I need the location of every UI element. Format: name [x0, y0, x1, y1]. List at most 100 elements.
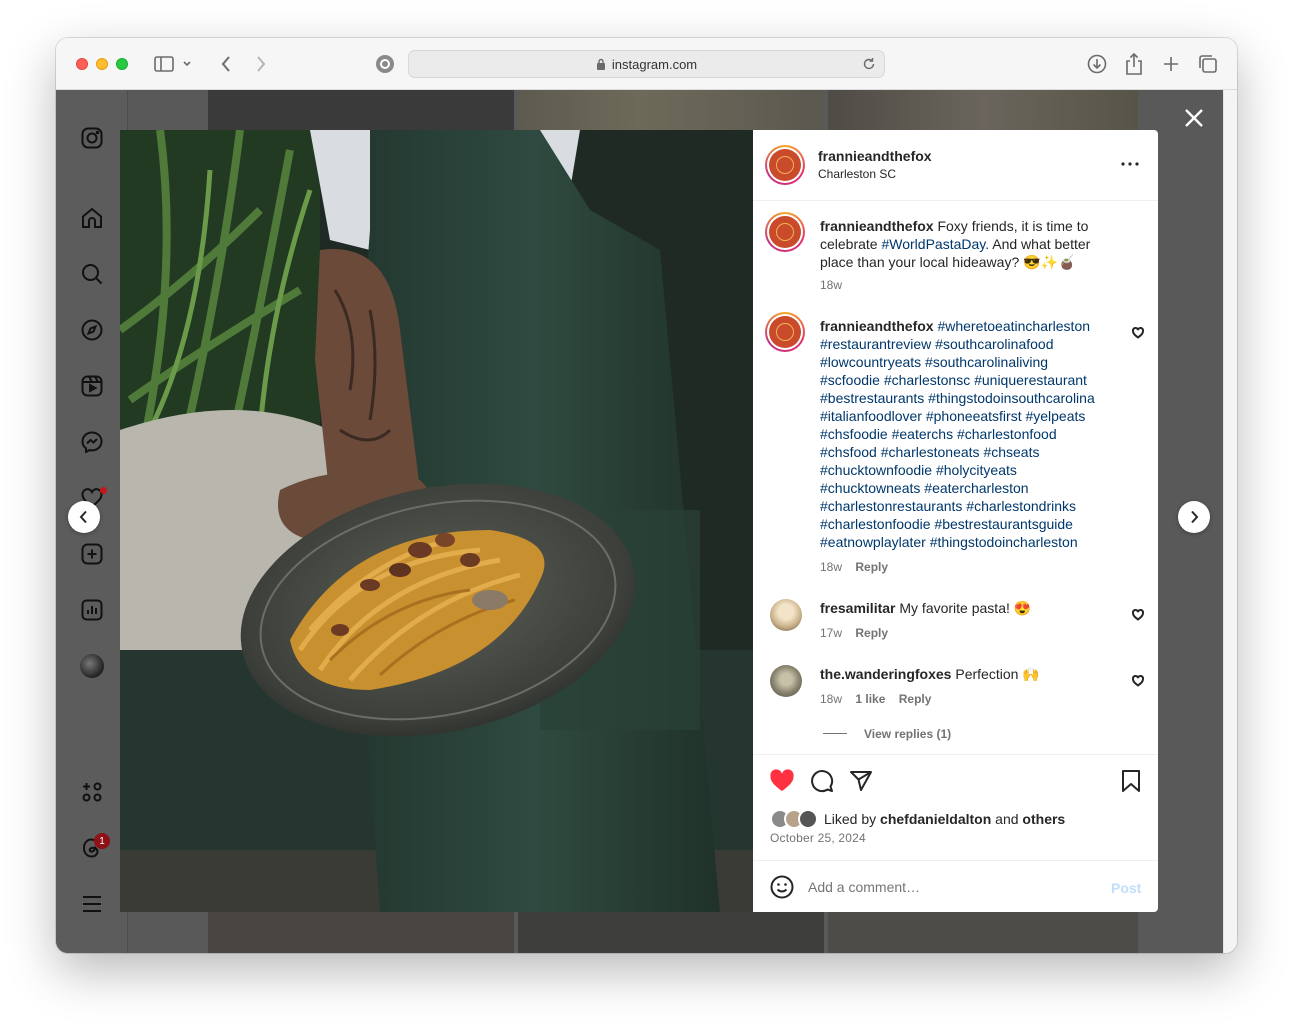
comment-meta: 17w Reply	[820, 626, 888, 640]
browser-window: instagram.com 1 frannieandthefox Charles…	[56, 38, 1237, 953]
reply-button[interactable]: Reply	[899, 692, 932, 706]
comment-time[interactable]: 17w	[820, 626, 842, 640]
explore-icon[interactable]	[80, 318, 104, 342]
caption-text: frannieandthefox Foxy friends, it is tim…	[820, 217, 1120, 271]
more-options-icon[interactable]	[1120, 154, 1140, 174]
close-window-button[interactable]	[76, 58, 88, 70]
grid-tile	[518, 90, 824, 130]
comment-likes[interactable]: 1 like	[855, 692, 885, 706]
lock-icon	[596, 58, 605, 70]
add-comment-input[interactable]	[808, 874, 1088, 900]
actions-divider	[753, 754, 1158, 755]
comment-time[interactable]: 18w	[820, 560, 842, 574]
post-location[interactable]: Charleston SC	[818, 167, 896, 181]
comment-divider	[753, 860, 1158, 861]
like-comment-heart-icon[interactable]	[1131, 326, 1145, 339]
comment-time[interactable]: 18w	[820, 692, 842, 706]
new-tab-icon[interactable]	[1159, 52, 1183, 76]
author-username[interactable]: frannieandthefox	[818, 148, 932, 164]
hashtag-line[interactable]: #chsfoodie #eaterchs #charlestonfood	[820, 425, 1130, 443]
save-bookmark-icon[interactable]	[1120, 769, 1142, 793]
comment-text: the.wanderingfoxes Perfection 🙌	[820, 665, 1120, 683]
grid-tile	[208, 912, 514, 953]
comment-icon[interactable]	[810, 769, 834, 793]
comment-body: My favorite pasta! 😍	[895, 600, 1032, 616]
reply-button[interactable]: Reply	[855, 626, 888, 640]
share-post-icon[interactable]	[849, 769, 873, 793]
hashtag-line[interactable]: #eatnowplaylater #thingstodoincharleston	[820, 533, 1130, 551]
messenger-icon[interactable]	[80, 430, 104, 454]
hashtag-line[interactable]: #restaurantreview #southcarolinafood	[820, 335, 1130, 353]
comment-username[interactable]: fresamilitar	[820, 600, 895, 616]
liked-by-user-link[interactable]: chefdanieldalton	[880, 811, 991, 827]
home-icon[interactable]	[80, 206, 104, 230]
comment-avatar[interactable]	[765, 312, 805, 352]
more-apps-icon[interactable]	[80, 780, 104, 804]
back-button[interactable]	[214, 52, 238, 76]
hashtag-line[interactable]: #chsfood #charlestoneats #chseats	[820, 443, 1130, 461]
pasta-dish-image	[120, 130, 753, 912]
comment-username[interactable]: the.wanderingfoxes	[820, 666, 951, 682]
hashtag-line[interactable]: #charlestonrestaurants #charlestondrinks	[820, 497, 1130, 515]
hashtag-link[interactable]: #WorldPastaDay	[881, 236, 985, 252]
sidebar-toggle-icon[interactable]	[152, 52, 176, 76]
zoom-window-button[interactable]	[116, 58, 128, 70]
create-icon[interactable]	[80, 542, 104, 566]
dashboard-icon[interactable]	[80, 598, 104, 622]
reload-icon[interactable]	[862, 57, 876, 71]
comment-username[interactable]: frannieandthefox	[820, 318, 934, 334]
instagram-logo-icon[interactable]	[80, 126, 104, 150]
liked-by-avatars[interactable]	[770, 809, 822, 829]
comment-text: frannieandthefox #wheretoeatincharleston…	[820, 317, 1130, 551]
minimize-window-button[interactable]	[96, 58, 108, 70]
caption-avatar[interactable]	[765, 212, 805, 252]
menu-icon[interactable]	[80, 892, 104, 916]
close-modal-icon[interactable]	[1182, 106, 1206, 130]
address-bar[interactable]: instagram.com	[408, 50, 885, 78]
caption-time[interactable]: 18w	[820, 278, 842, 292]
like-comment-heart-icon[interactable]	[1131, 608, 1145, 621]
author-avatar[interactable]	[765, 145, 805, 185]
url-text: instagram.com	[611, 56, 698, 72]
profile-avatar[interactable]	[80, 654, 104, 678]
hashtag-line[interactable]: #scfoodie #charlestonsc #uniquerestauran…	[820, 371, 1130, 389]
grid-tile	[208, 90, 514, 130]
search-icon[interactable]	[80, 262, 104, 286]
forward-button[interactable]	[249, 52, 273, 76]
hashtag-line[interactable]: #lowcountryeats #southcarolinaliving	[820, 353, 1130, 371]
post-date[interactable]: October 25, 2024	[770, 831, 866, 845]
post-comment-button[interactable]: Post	[1111, 880, 1141, 896]
like-comment-heart-icon[interactable]	[1131, 674, 1145, 687]
hashtag-line[interactable]: #italianfoodlover #phoneeatsfirst #yelpe…	[820, 407, 1130, 425]
emoji-icon[interactable]	[770, 875, 794, 899]
liked-heart-icon[interactable]	[769, 769, 795, 793]
comment-text: fresamilitar My favorite pasta! 😍	[820, 599, 1120, 617]
page-scrollbar[interactable]	[1223, 90, 1237, 953]
next-post-button[interactable]	[1178, 501, 1210, 533]
previous-post-button[interactable]	[68, 501, 100, 533]
grid-tile	[828, 90, 1138, 130]
share-icon[interactable]	[1122, 52, 1146, 76]
view-replies-button[interactable]: View replies (1)	[864, 727, 951, 741]
hashtag-link[interactable]: #wheretoeatincharleston	[934, 318, 1090, 334]
caption-username[interactable]: frannieandthefox	[820, 218, 934, 234]
chevron-down-icon[interactable]	[180, 52, 194, 76]
post-photo[interactable]	[120, 130, 753, 912]
commenter-avatar[interactable]	[770, 665, 802, 697]
reels-icon[interactable]	[80, 374, 104, 398]
hashtag-line[interactable]: #charlestonfoodie #bestrestaurantsguide	[820, 515, 1130, 533]
tab-overview-icon[interactable]	[1196, 52, 1220, 76]
liked-by-mid: and	[991, 811, 1023, 827]
comment-meta: 18w 1 like Reply	[820, 692, 931, 706]
post-detail-panel: frannieandthefox Charleston SC franniean…	[753, 130, 1158, 912]
liked-by-others-link[interactable]: others	[1022, 811, 1065, 827]
reply-button[interactable]: Reply	[855, 560, 888, 574]
hashtag-line[interactable]: #chucktowneats #eatercharleston	[820, 479, 1130, 497]
grid-tile	[518, 912, 824, 953]
hashtag-line[interactable]: #bestrestaurants #thingstodoinsouthcarol…	[820, 389, 1130, 407]
comment-meta: 18w Reply	[820, 560, 888, 574]
hashtag-line[interactable]: #chucktownfoodie #holycityeats	[820, 461, 1130, 479]
commenter-avatar[interactable]	[770, 599, 802, 631]
browser-toolbar: instagram.com	[56, 38, 1237, 90]
downloads-icon[interactable]	[1085, 52, 1109, 76]
